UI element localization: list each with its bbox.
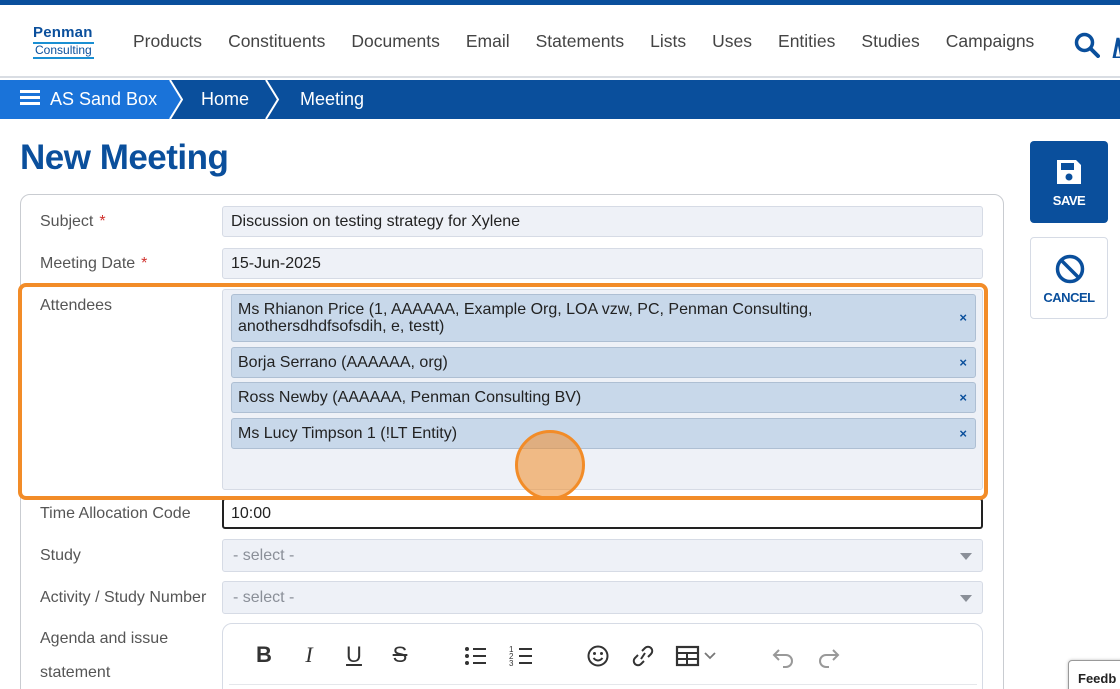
activity-placeholder: - select - — [233, 589, 295, 606]
breadcrumb-meeting[interactable]: Meeting — [300, 80, 364, 119]
meeting-date-value: 15-Jun-2025 — [231, 255, 321, 272]
activity-select[interactable]: - select - — [222, 581, 983, 614]
brand-line2: Consulting — [33, 42, 94, 59]
meeting-date-input[interactable]: 15-Jun-2025 — [222, 248, 983, 279]
nav-studies[interactable]: Studies — [861, 31, 919, 52]
top-header: Penman Consulting Products Constituents … — [0, 5, 1120, 78]
chevron-down-icon — [960, 553, 972, 560]
brand-logo[interactable]: Penman Consulting — [33, 25, 107, 59]
chevron-down-icon — [960, 595, 972, 602]
nav-uses[interactable]: Uses — [712, 31, 752, 52]
subject-value: Discussion on testing strategy for Xylen… — [231, 213, 521, 230]
breadcrumb-root[interactable]: AS Sand Box — [0, 80, 170, 119]
meeting-date-label: Meeting Date * — [40, 255, 148, 272]
save-button-label: SAVE — [1052, 193, 1086, 208]
search-icon[interactable] — [1074, 32, 1100, 58]
subject-label: Subject * — [40, 213, 106, 230]
save-button[interactable]: SAVE — [1030, 141, 1108, 223]
cancel-button[interactable]: CANCEL — [1030, 237, 1108, 319]
nav-campaigns[interactable]: Campaigns — [946, 31, 1035, 52]
user-icon[interactable] — [1112, 34, 1120, 58]
time-allocation-value: 10:00 — [231, 505, 272, 522]
emoji-icon[interactable] — [586, 642, 610, 670]
agenda-label-line1: Agenda and issue — [40, 630, 169, 647]
page-title: New Meeting — [20, 138, 229, 177]
study-select[interactable]: - select - — [222, 539, 983, 572]
nav-constituents[interactable]: Constituents — [228, 31, 325, 52]
main-nav: Products Constituents Documents Email St… — [120, 31, 1047, 52]
nav-documents[interactable]: Documents — [351, 31, 440, 52]
breadcrumb-home[interactable]: Home — [201, 80, 249, 119]
menu-icon[interactable] — [20, 90, 40, 106]
link-icon[interactable] — [631, 642, 655, 670]
table-icon[interactable] — [675, 642, 723, 670]
redo-icon[interactable] — [817, 642, 841, 670]
svg-text:3: 3 — [509, 659, 514, 668]
agenda-rich-text-editor[interactable]: B I U S 123 — [222, 623, 983, 689]
study-placeholder: - select - — [233, 547, 295, 564]
breadcrumb-separator-icon — [265, 80, 280, 119]
underline-icon[interactable]: U — [343, 642, 365, 670]
activity-label: Activity / Study Number — [40, 589, 207, 606]
bullet-list-icon[interactable] — [463, 642, 487, 670]
editor-content-area[interactable] — [229, 684, 977, 689]
feedback-button[interactable]: Feedb — [1068, 660, 1120, 689]
save-icon — [1057, 160, 1081, 184]
nav-products[interactable]: Products — [133, 31, 202, 52]
subject-input[interactable]: Discussion on testing strategy for Xylen… — [222, 206, 983, 237]
nav-statements[interactable]: Statements — [536, 31, 625, 52]
undo-icon[interactable] — [771, 642, 795, 670]
cancel-icon — [1055, 254, 1085, 284]
nav-entities[interactable]: Entities — [778, 31, 835, 52]
nav-email[interactable]: Email — [466, 31, 510, 52]
agenda-label-line2: statement — [40, 664, 111, 681]
breadcrumb-root-label: AS Sand Box — [50, 89, 158, 109]
cancel-button-label: CANCEL — [1043, 290, 1095, 305]
bold-icon[interactable]: B — [253, 642, 275, 670]
time-allocation-label: Time Allocation Code — [40, 505, 191, 522]
breadcrumb-separator-icon — [165, 80, 183, 119]
attendees-highlight-box — [18, 283, 988, 500]
italic-icon[interactable]: I — [299, 642, 319, 670]
brand-line1: Penman — [33, 24, 93, 41]
strikethrough-icon[interactable]: S — [389, 642, 411, 670]
breadcrumb: AS Sand Box Home Meeting — [0, 80, 1120, 119]
study-label: Study — [40, 547, 81, 564]
numbered-list-icon[interactable]: 123 — [509, 642, 533, 670]
click-indicator — [515, 430, 585, 500]
nav-lists[interactable]: Lists — [650, 31, 686, 52]
time-allocation-input[interactable]: 10:00 — [222, 498, 983, 529]
